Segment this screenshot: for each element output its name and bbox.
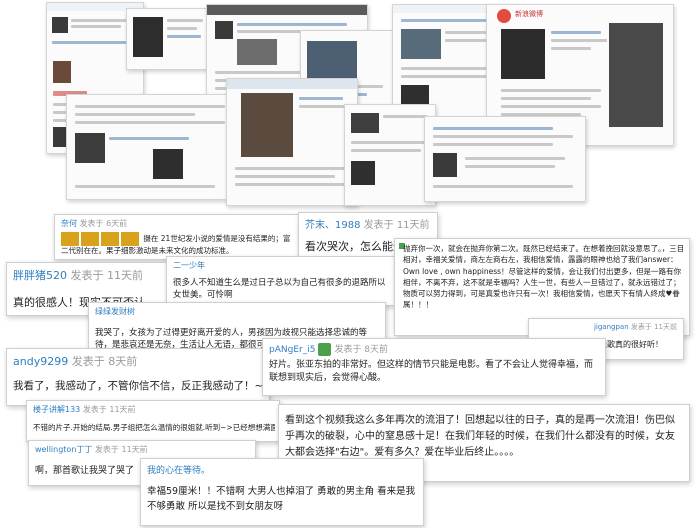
comment-time: 发表于 11天前: [94, 445, 148, 454]
comment-time: 发表于 6天前: [79, 219, 128, 228]
comment-card: andy9299 发表于 8天前 我看了，我感动了，不管你信不信，反正我感动了！…: [6, 348, 270, 406]
comment-card: 奈何 发表于 6天前 摄在 21世纪发小说的爱情是没有结果的；富二代别在在。果子…: [54, 214, 300, 260]
comment-text: 好片。张亚东拍的非常好。但这样的情节只能是电影。看了不会让人觉得幸福，而联想到现…: [269, 360, 594, 384]
comment-author[interactable]: 芥末、1988: [305, 220, 360, 231]
comment-text: 抛弃你一次，就会在抛弃你第二次。既然已经结束了。在想着挽回就没意思了。，三目相对…: [403, 244, 685, 310]
emoji-icon: [61, 232, 79, 246]
comment-card: 我的心在等待。 幸福59厘米！！不错啊 大男人也掉泪了 勇敢的男主角 看来是我不…: [140, 458, 424, 526]
weibo-screenshot-7: [66, 94, 244, 200]
comment-card: 楼子讲解133 发表于 11天前 不错的片子.开始的结局.男子组把怎么温情的很姐…: [26, 400, 280, 442]
weibo-screenshot-9: [344, 104, 436, 206]
comment-author[interactable]: andy9299: [13, 355, 68, 368]
comment-text: 啊，那首歌让我哭了哭了: [35, 466, 135, 476]
comment-author[interactable]: 我的心在等待。: [147, 466, 210, 476]
comment-text: 我看了，我感动了，不管你信不信，反正我感动了！~: [13, 380, 264, 392]
emoji-icon: [101, 232, 119, 246]
comment-card: 二一少年 很多人不知道生么是过日子总以为自己有很多的退路所以女世美。可怜啊: [166, 256, 396, 306]
comment-time: 发表于 11天前: [70, 269, 144, 282]
weibo-screenshot-10: [424, 116, 586, 202]
comment-time: 发表于 8天前: [71, 355, 138, 368]
comment-time: 发表于 11天前: [630, 323, 677, 331]
emoji-icon: [121, 232, 139, 246]
weibo-screenshot-8: [226, 78, 358, 206]
comment-text: 看到这个视频我这么多年再次的流泪了！回想起以往的日子，真的是再一次流泪！伤巴似乎…: [285, 415, 675, 458]
comment-text: 幸福59厘米！！不错啊 大男人也掉泪了 勇敢的男主角 看来是我不够勇敢 所以是找…: [147, 486, 416, 512]
weibo-screenshot-2: [126, 8, 210, 70]
share-icon: [318, 343, 332, 356]
comment-author[interactable]: pANgEr_i5: [269, 345, 315, 355]
comment-card: pANgEr_i5 发表于 8天前 好片。张亚东拍的非常好。但这样的情节只能是电影…: [262, 338, 606, 396]
emoji-icon: [81, 232, 99, 246]
comment-time: 发表于 11天前: [82, 405, 136, 414]
comment-author[interactable]: 奈何: [61, 219, 77, 228]
comment-author[interactable]: 二一少年: [173, 261, 205, 270]
comment-text: 不错的片子.开始的结局.男子组把怎么温情的很姐就.听到~>已经想想满面了: [33, 423, 275, 432]
comment-time: 发表于 8天前: [334, 345, 389, 355]
comment-author[interactable]: 绿绿发财树: [95, 307, 135, 316]
weibo-eye-icon: [497, 9, 511, 23]
comment-author[interactable]: 楼子讲解133: [33, 405, 80, 414]
comment-time: 发表于 11天前: [363, 220, 430, 231]
comment-author[interactable]: 胖胖猪520: [13, 269, 67, 282]
comment-author[interactable]: jigangpan: [594, 323, 629, 331]
comment-author[interactable]: wellington丁丁: [35, 445, 92, 454]
comment-text: 很多人不知道生么是过日子总以为自己有很多的退路所以女世美。可怜啊: [173, 278, 386, 301]
